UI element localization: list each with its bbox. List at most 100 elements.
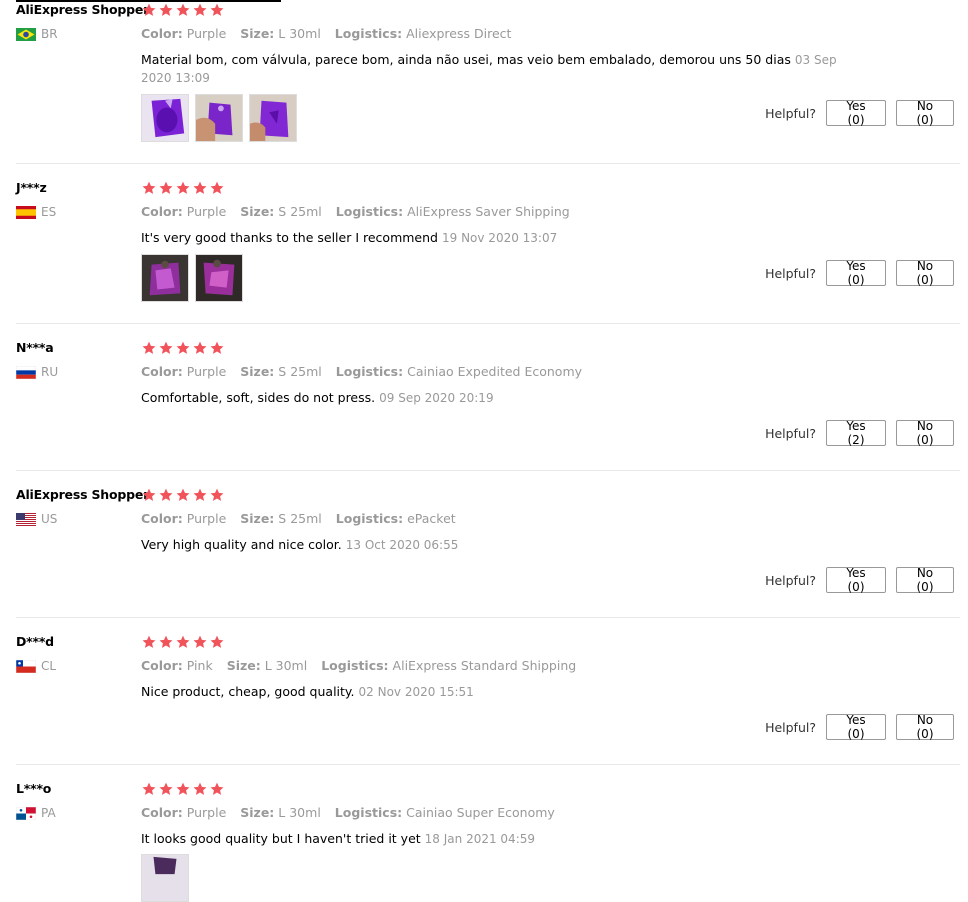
helpful-yes-button[interactable]: Yes (2) bbox=[826, 419, 886, 447]
review-text: Nice product, cheap, good quality. 02 Nov… bbox=[141, 684, 474, 699]
country-code: US bbox=[41, 512, 58, 526]
helpful-label: Helpful? bbox=[765, 265, 816, 281]
country-code: RU bbox=[41, 365, 59, 379]
star-rating bbox=[141, 180, 225, 196]
star-icon bbox=[210, 341, 224, 354]
review-photo-thumbnail[interactable] bbox=[141, 854, 189, 902]
reviewer-country: CL bbox=[16, 659, 56, 673]
color-value: Pink bbox=[186, 658, 213, 673]
star-rating bbox=[141, 634, 225, 650]
review-divider bbox=[16, 617, 960, 618]
review-sku-info: Color: Purple Size: S 25ml Logistics: Cain… bbox=[141, 364, 583, 379]
color-value: Purple bbox=[186, 204, 227, 219]
star-icon bbox=[193, 488, 207, 501]
star-rating bbox=[141, 2, 225, 18]
logistics-value: Cainiao Expedited Economy bbox=[407, 364, 583, 379]
star-icon bbox=[193, 635, 207, 648]
reviewer-name: J***z bbox=[16, 180, 47, 195]
review-photo-thumbnail[interactable] bbox=[195, 254, 243, 302]
review-item: D***d CL Color: Pink Size: L 30ml Logistic… bbox=[0, 634, 960, 766]
reviewer-name: AliExpress Shopper bbox=[16, 2, 150, 17]
review-item: AliExpress Shopper US Color: Purple Size:… bbox=[0, 487, 960, 619]
size-value: L 30ml bbox=[278, 805, 321, 820]
review-date: 02 Nov 2020 15:51 bbox=[358, 685, 474, 699]
logistics-value: Cainiao Super Economy bbox=[406, 805, 555, 820]
helpful-label: Helpful? bbox=[765, 719, 816, 735]
star-icon bbox=[159, 782, 173, 795]
star-icon bbox=[142, 3, 156, 16]
helpful-yes-button[interactable]: Yes (0) bbox=[826, 259, 886, 287]
color-value: Purple bbox=[186, 364, 227, 379]
star-icon bbox=[142, 635, 156, 648]
star-icon bbox=[210, 3, 224, 16]
star-icon bbox=[142, 341, 156, 354]
star-icon bbox=[210, 181, 224, 194]
reviewer-name: D***d bbox=[16, 634, 54, 649]
helpful-controls: Helpful? Yes (0) No (0) bbox=[765, 566, 954, 594]
size-value: L 30ml bbox=[278, 26, 321, 41]
review-date: 13 Oct 2020 06:55 bbox=[345, 538, 459, 552]
star-icon bbox=[176, 341, 190, 354]
reviewer-country: RU bbox=[16, 365, 58, 379]
review-divider bbox=[16, 163, 960, 164]
star-icon bbox=[159, 488, 173, 501]
helpful-controls bbox=[894, 860, 954, 886]
country-code: ES bbox=[41, 205, 57, 219]
star-icon bbox=[193, 3, 207, 16]
review-sku-info: Color: Purple Size: S 25ml Logistics: ePac… bbox=[141, 511, 456, 526]
star-icon bbox=[176, 3, 190, 16]
brazil-flag-icon bbox=[16, 27, 36, 41]
review-text: Very high quality and nice color. 13 Oct … bbox=[141, 537, 459, 552]
review-text: Material bom, com válvula, parece bom, a… bbox=[141, 52, 837, 85]
chile-flag-icon bbox=[16, 659, 36, 673]
helpful-label: Helpful? bbox=[765, 425, 816, 441]
review-text: Comfortable, soft, sides do not press. 09… bbox=[141, 390, 494, 405]
review-date: 18 Jan 2021 04:59 bbox=[424, 832, 536, 846]
helpful-yes-button[interactable]: Yes (0) bbox=[826, 713, 886, 741]
star-icon bbox=[159, 181, 173, 194]
review-photo-thumbnail[interactable] bbox=[249, 94, 297, 142]
helpful-no-button[interactable]: No (0) bbox=[896, 566, 954, 594]
star-rating bbox=[141, 340, 225, 356]
helpful-yes-button[interactable]: Yes (0) bbox=[826, 566, 886, 594]
star-icon bbox=[159, 341, 173, 354]
star-icon bbox=[142, 181, 156, 194]
reviewer-country: US bbox=[16, 512, 57, 526]
star-icon bbox=[176, 782, 190, 795]
helpful-no-button[interactable]: No (0) bbox=[896, 99, 954, 127]
review-sku-info: Color: Pink Size: L 30ml Logistics: AliExp… bbox=[141, 658, 577, 673]
star-rating bbox=[141, 781, 225, 797]
reviewer-country: PA bbox=[16, 806, 56, 820]
star-icon bbox=[159, 3, 173, 16]
helpful-yes-button[interactable]: Yes (0) bbox=[826, 99, 886, 127]
star-icon bbox=[142, 782, 156, 795]
panama-flag-icon bbox=[16, 806, 36, 820]
review-photo-thumbnail[interactable] bbox=[195, 94, 243, 142]
country-code: CL bbox=[41, 659, 57, 673]
color-value: Purple bbox=[186, 26, 227, 41]
review-item: J***z ES Color: Purple Size: S 25ml Logist… bbox=[0, 180, 960, 325]
review-photo-thumbnail[interactable] bbox=[141, 254, 189, 302]
star-icon bbox=[159, 635, 173, 648]
reviewer-country: ES bbox=[16, 205, 56, 219]
review-divider bbox=[16, 323, 960, 324]
logistics-value: AliExpress Standard Shipping bbox=[392, 658, 577, 673]
star-icon bbox=[176, 635, 190, 648]
reviewer-name: N***a bbox=[16, 340, 54, 355]
logistics-value: ePacket bbox=[407, 511, 456, 526]
reviewer-name: L***o bbox=[16, 781, 52, 796]
logistics-value: AliExpress Saver Shipping bbox=[407, 204, 570, 219]
review-item: N***a RU Color: Purple Size: S 25ml Logist… bbox=[0, 340, 960, 472]
helpful-no-button[interactable]: No (0) bbox=[896, 713, 954, 741]
helpful-no-button[interactable]: No (0) bbox=[896, 259, 954, 287]
reviewer-country: BR bbox=[16, 27, 58, 41]
helpful-controls: Helpful? Yes (0) No (0) bbox=[765, 259, 954, 287]
helpful-no-button[interactable]: No (0) bbox=[896, 419, 954, 447]
helpful-label: Helpful? bbox=[765, 105, 816, 121]
helpful-controls: Helpful? Yes (2) No (0) bbox=[765, 419, 954, 447]
review-photo-thumbnail[interactable] bbox=[141, 94, 189, 142]
review-date: 19 Nov 2020 13:07 bbox=[441, 231, 558, 245]
helpful-label: Helpful? bbox=[765, 572, 816, 588]
review-sku-info: Color: Purple Size: L 30ml Logistics: Alie… bbox=[141, 26, 512, 41]
size-value: S 25ml bbox=[278, 364, 322, 379]
